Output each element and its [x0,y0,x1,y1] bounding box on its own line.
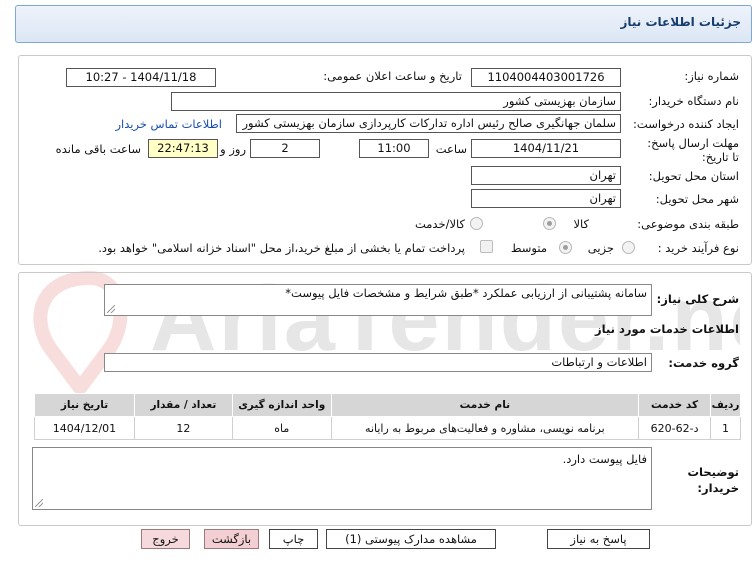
col-need-date: تاریخ نیاز [34,393,135,417]
payment-note: پرداخت تمام یا بخشی از مبلغ خرید،از محل … [98,241,465,255]
description-text: سامانه پشتیبانی از ارزیابی عملکرد *طبق ش… [285,286,647,300]
services-title: اطلاعات خدمات مورد نیاز [595,322,739,336]
announce-label: تاریخ و ساعت اعلان عمومی: [323,69,462,83]
deadline-label: مهلت ارسال پاسخ: تا تاریخ: [647,136,739,164]
category-label: طبقه بندی موضوعی: [637,217,739,231]
exit-button[interactable]: خروج [141,529,190,549]
buyer-notes-field[interactable]: فایل پیوست دارد. [32,447,652,510]
category-goods-service-radio[interactable] [470,217,483,230]
deadline-time-field: 11:00 [359,139,429,158]
category-goods-service-label: کالا/خدمت [414,217,465,231]
province-field: تهران [471,166,621,185]
resize-handle[interactable] [107,305,115,313]
table-row[interactable]: 1 د-62-620 برنامه نویسی، مشاوره و فعالیت… [34,416,741,440]
service-group-field: اطلاعات و ارتباطات [104,353,652,372]
col-row: ردیف [710,393,741,417]
creator-field: سلمان جهانگیری صالح رئیس اداره تدارکات ک… [236,114,621,133]
service-group-label: گروه خدمت: [668,356,739,370]
reply-button[interactable]: پاسخ به نیاز [547,529,650,549]
view-attachments-button[interactable]: مشاهده مدارک پیوستی (1) [326,529,496,549]
page-title: جزئیات اطلاعات نیاز [620,15,741,29]
remaining-time-field: 22:47:13 [148,139,218,158]
category-goods-label: کالا [573,217,589,231]
resize-handle[interactable] [35,499,43,507]
announce-field: 1404/11/18 - 10:27 [66,68,216,87]
buyer-notes-label: توضیحات خریدار: [687,465,740,495]
col-unit: واحد اندازه گیری [231,393,332,417]
creator-label: ایجاد کننده درخواست: [633,117,739,131]
buyer-org-field: سازمان بهزیستی کشور [171,92,621,111]
print-button[interactable]: چاپ [269,529,318,549]
need-number-field: 1104004403001726 [471,68,621,87]
cell-quantity: 12 [133,416,233,440]
city-field: تهران [471,189,621,208]
table-header-row: ردیف کد خدمت نام خدمت واحد اندازه گیری ت… [34,393,741,417]
col-service-code: کد خدمت [638,393,712,417]
category-goods-radio[interactable] [543,217,556,230]
days-field: 2 [250,139,320,158]
buyer-contact-link[interactable]: اطلاعات تماس خریدار [115,117,222,131]
services-table: ردیف کد خدمت نام خدمت واحد اندازه گیری ت… [34,393,741,440]
remaining-label: ساعت باقی مانده [55,142,141,156]
cell-unit: ماه [231,416,332,440]
cell-service-name: برنامه نویسی، مشاوره و فعالیت‌های مربوط … [330,416,640,440]
need-number-label: شماره نیاز: [684,69,739,83]
col-service-name: نام خدمت [330,393,640,417]
process-partial-radio[interactable] [622,241,635,254]
description-label: شرح کلی نیاز: [656,292,739,306]
back-button[interactable]: بازگشت [204,529,259,549]
cell-row: 1 [710,416,741,440]
process-medium-label: متوسط [510,241,547,255]
province-label: استان محل تحویل: [648,169,739,183]
days-label: روز و [220,142,246,156]
description-field[interactable]: سامانه پشتیبانی از ارزیابی عملکرد *طبق ش… [104,284,652,316]
cell-service-code: د-62-620 [638,416,712,440]
deadline-time-label: ساعت [435,142,467,156]
buyer-notes-text: فایل پیوست دارد. [562,452,647,466]
process-medium-radio[interactable] [559,241,572,254]
col-quantity: تعداد / مقدار [133,393,233,417]
cell-need-date: 1404/12/01 [34,416,135,440]
process-partial-label: جزیی [587,241,614,255]
payment-checkbox[interactable] [480,240,493,253]
city-label: شهر محل تحویل: [655,192,739,206]
page-title-bar: جزئیات اطلاعات نیاز [15,5,752,43]
buyer-org-label: نام دستگاه خریدار: [648,94,739,108]
deadline-date-field: 1404/11/21 [471,139,621,158]
process-label: نوع فرآیند خرید : [657,241,739,255]
